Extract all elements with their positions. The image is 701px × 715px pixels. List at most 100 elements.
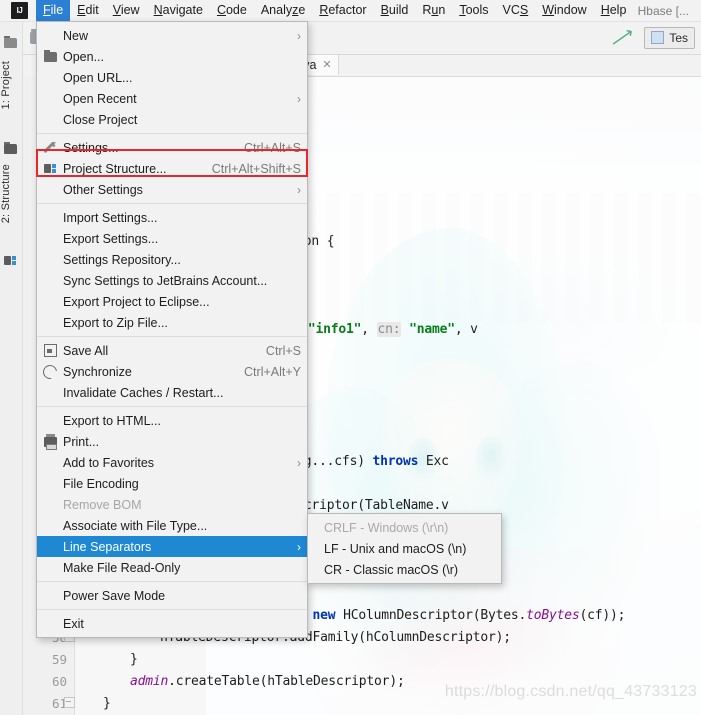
- line-separators-submenu: CRLF - Windows (\r\n) LF - Unix and macO…: [307, 513, 502, 584]
- menu-item-close-project[interactable]: Close Project: [37, 109, 307, 130]
- chevron-right-icon: ›: [297, 455, 301, 470]
- project-folder-icon: [4, 35, 17, 48]
- menu-vcs[interactable]: VCS: [496, 0, 536, 21]
- print-icon: [37, 433, 63, 450]
- menu-item-export-settings[interactable]: Export Settings...: [37, 228, 307, 249]
- menu-item-synchronize[interactable]: Synchronize Ctrl+Alt+Y: [37, 361, 307, 382]
- menu-item-shortcut: Ctrl+Alt+Shift+S: [211, 161, 301, 176]
- menu-item-save-all[interactable]: Save All Ctrl+S: [37, 340, 307, 361]
- menu-item-remove-bom: Remove BOM: [37, 494, 307, 515]
- main-menu-bar: IJ FFileile Edit View Navigate Code Anal…: [0, 0, 701, 22]
- menu-item-label: Export to Zip File...: [63, 315, 168, 330]
- menu-item-make-file-read-only[interactable]: Make File Read-Only: [37, 557, 307, 578]
- chevron-right-icon: ›: [297, 91, 301, 106]
- menu-item-open[interactable]: Open...: [37, 46, 307, 67]
- chevron-right-icon: ›: [297, 539, 301, 554]
- menu-item-label: Export Settings...: [63, 231, 159, 246]
- menu-item-settings-repository[interactable]: Settings Repository...: [37, 249, 307, 270]
- menu-item-print[interactable]: Print...: [37, 431, 307, 452]
- menu-item-open-url[interactable]: Open URL...: [37, 67, 307, 88]
- sidebar-tab-project[interactable]: 1: Project: [0, 61, 22, 109]
- menu-divider: [37, 406, 307, 407]
- menu-divider: [37, 581, 307, 582]
- line-number: 59: [51, 652, 67, 667]
- menu-item-label: Other Settings: [63, 182, 143, 197]
- code-line: admin.createTable(hTableDescriptor);: [130, 674, 405, 689]
- menu-item-add-to-favorites[interactable]: Add to Favorites ›: [37, 452, 307, 473]
- structure-folder-icon: [4, 141, 17, 154]
- project-structure-icon: [37, 163, 63, 174]
- menu-item-new[interactable]: New ›: [37, 25, 307, 46]
- menu-item-label: Make File Read-Only: [63, 560, 181, 575]
- run-configuration-selector[interactable]: Tes: [644, 26, 695, 49]
- submenu-item-crlf: CRLF - Windows (\r\n): [324, 520, 449, 535]
- menu-item-sync-settings[interactable]: Sync Settings to JetBrains Account...: [37, 270, 307, 291]
- chevron-right-icon: ›: [297, 182, 301, 197]
- menu-item-label: Sync Settings to JetBrains Account...: [63, 273, 268, 288]
- menu-item-label: Power Save Mode: [63, 588, 166, 603]
- left-tool-window-strip: 1: Project 2: Structure: [0, 21, 23, 715]
- menu-window[interactable]: Window: [535, 0, 593, 21]
- menu-item-label: Save All: [63, 343, 109, 358]
- menu-item-shortcut: Ctrl+Alt+Y: [244, 364, 301, 379]
- wrench-icon: [37, 141, 63, 154]
- menu-code[interactable]: Code: [210, 0, 254, 21]
- menu-file[interactable]: FFileile: [36, 0, 71, 21]
- menu-item-invalidate-caches[interactable]: Invalidate Caches / Restart...: [37, 382, 307, 403]
- structure-tree-icon: [4, 253, 17, 265]
- menu-item-associate-file-type[interactable]: Associate with File Type...: [37, 515, 307, 536]
- intellij-logo-icon: IJ: [11, 2, 28, 19]
- chevron-right-icon: ›: [297, 28, 301, 43]
- menu-item-label: New: [63, 28, 89, 43]
- menu-help[interactable]: Help: [594, 0, 634, 21]
- menu-item-project-structure[interactable]: Project Structure... Ctrl+Alt+Shift+S: [37, 158, 307, 179]
- menu-item-power-save-mode[interactable]: Power Save Mode: [37, 585, 307, 606]
- menu-divider: [37, 203, 307, 204]
- file-menu-popup: New › Open... Open URL... Open Recent › …: [36, 21, 308, 638]
- submenu-item-lf[interactable]: LF - Unix and macOS (\n): [308, 538, 501, 559]
- menu-item-label: Close Project: [63, 112, 138, 127]
- menu-item-export-to-zip[interactable]: Export to Zip File...: [37, 312, 307, 333]
- menu-item-open-recent[interactable]: Open Recent ›: [37, 88, 307, 109]
- menu-item-other-settings[interactable]: Other Settings ›: [37, 179, 307, 200]
- menu-item-line-separators[interactable]: Line Separators ›: [37, 536, 307, 557]
- line-number: 60: [51, 674, 67, 689]
- menu-item-label: Export Project to Eclipse...: [63, 294, 210, 309]
- menu-item-import-settings[interactable]: Import Settings...: [37, 207, 307, 228]
- menu-analyze[interactable]: Analyze: [254, 0, 312, 21]
- menu-item-label: Settings Repository...: [63, 252, 181, 267]
- menu-item-label: Print...: [63, 434, 100, 449]
- menu-item-label: Add to Favorites: [63, 455, 155, 470]
- menu-item-export-to-eclipse[interactable]: Export Project to Eclipse...: [37, 291, 307, 312]
- menu-divider: [37, 336, 307, 337]
- menu-tools[interactable]: Tools: [452, 0, 495, 21]
- menu-item-label: Exit: [63, 616, 84, 631]
- hide-toolbar-arrow-icon[interactable]: ⟶: [607, 23, 638, 53]
- menu-refactor[interactable]: Refactor: [312, 0, 373, 21]
- intellij-idea-window: czxy › test › C Test01 ⟶ Tes .java ✕ 33 …: [0, 0, 701, 715]
- sidebar-tab-structure[interactable]: 2: Structure: [0, 164, 22, 223]
- close-icon[interactable]: ✕: [322, 58, 331, 71]
- menu-build[interactable]: Build: [374, 0, 416, 21]
- code-fold-toggle[interactable]: [64, 697, 75, 708]
- menu-navigate[interactable]: Navigate: [147, 0, 210, 21]
- menu-item-file-encoding[interactable]: File Encoding: [37, 473, 307, 494]
- menu-run[interactable]: Run: [415, 0, 452, 21]
- menu-item-label: Import Settings...: [63, 210, 158, 225]
- menu-item-label: Line Separators: [63, 539, 152, 554]
- code-line: }: [130, 652, 138, 667]
- menu-edit[interactable]: Edit: [70, 0, 106, 21]
- menu-item-label: Export to HTML...: [63, 413, 161, 428]
- menu-divider: [37, 133, 307, 134]
- watermark-text: https://blog.csdn.net/qq_43733123: [444, 683, 697, 700]
- menu-item-label: Remove BOM: [63, 497, 142, 512]
- menu-view[interactable]: View: [106, 0, 147, 21]
- menu-item-label: Associate with File Type...: [63, 518, 208, 533]
- menu-item-label: Synchronize: [63, 364, 132, 379]
- run-config-icon: [651, 31, 665, 44]
- menu-item-export-to-html[interactable]: Export to HTML...: [37, 410, 307, 431]
- menu-item-settings[interactable]: Settings... Ctrl+Alt+S: [37, 137, 307, 158]
- sync-icon: [37, 361, 63, 382]
- menu-item-exit[interactable]: Exit: [37, 613, 307, 634]
- submenu-item-cr[interactable]: CR - Classic macOS (\r): [308, 559, 501, 580]
